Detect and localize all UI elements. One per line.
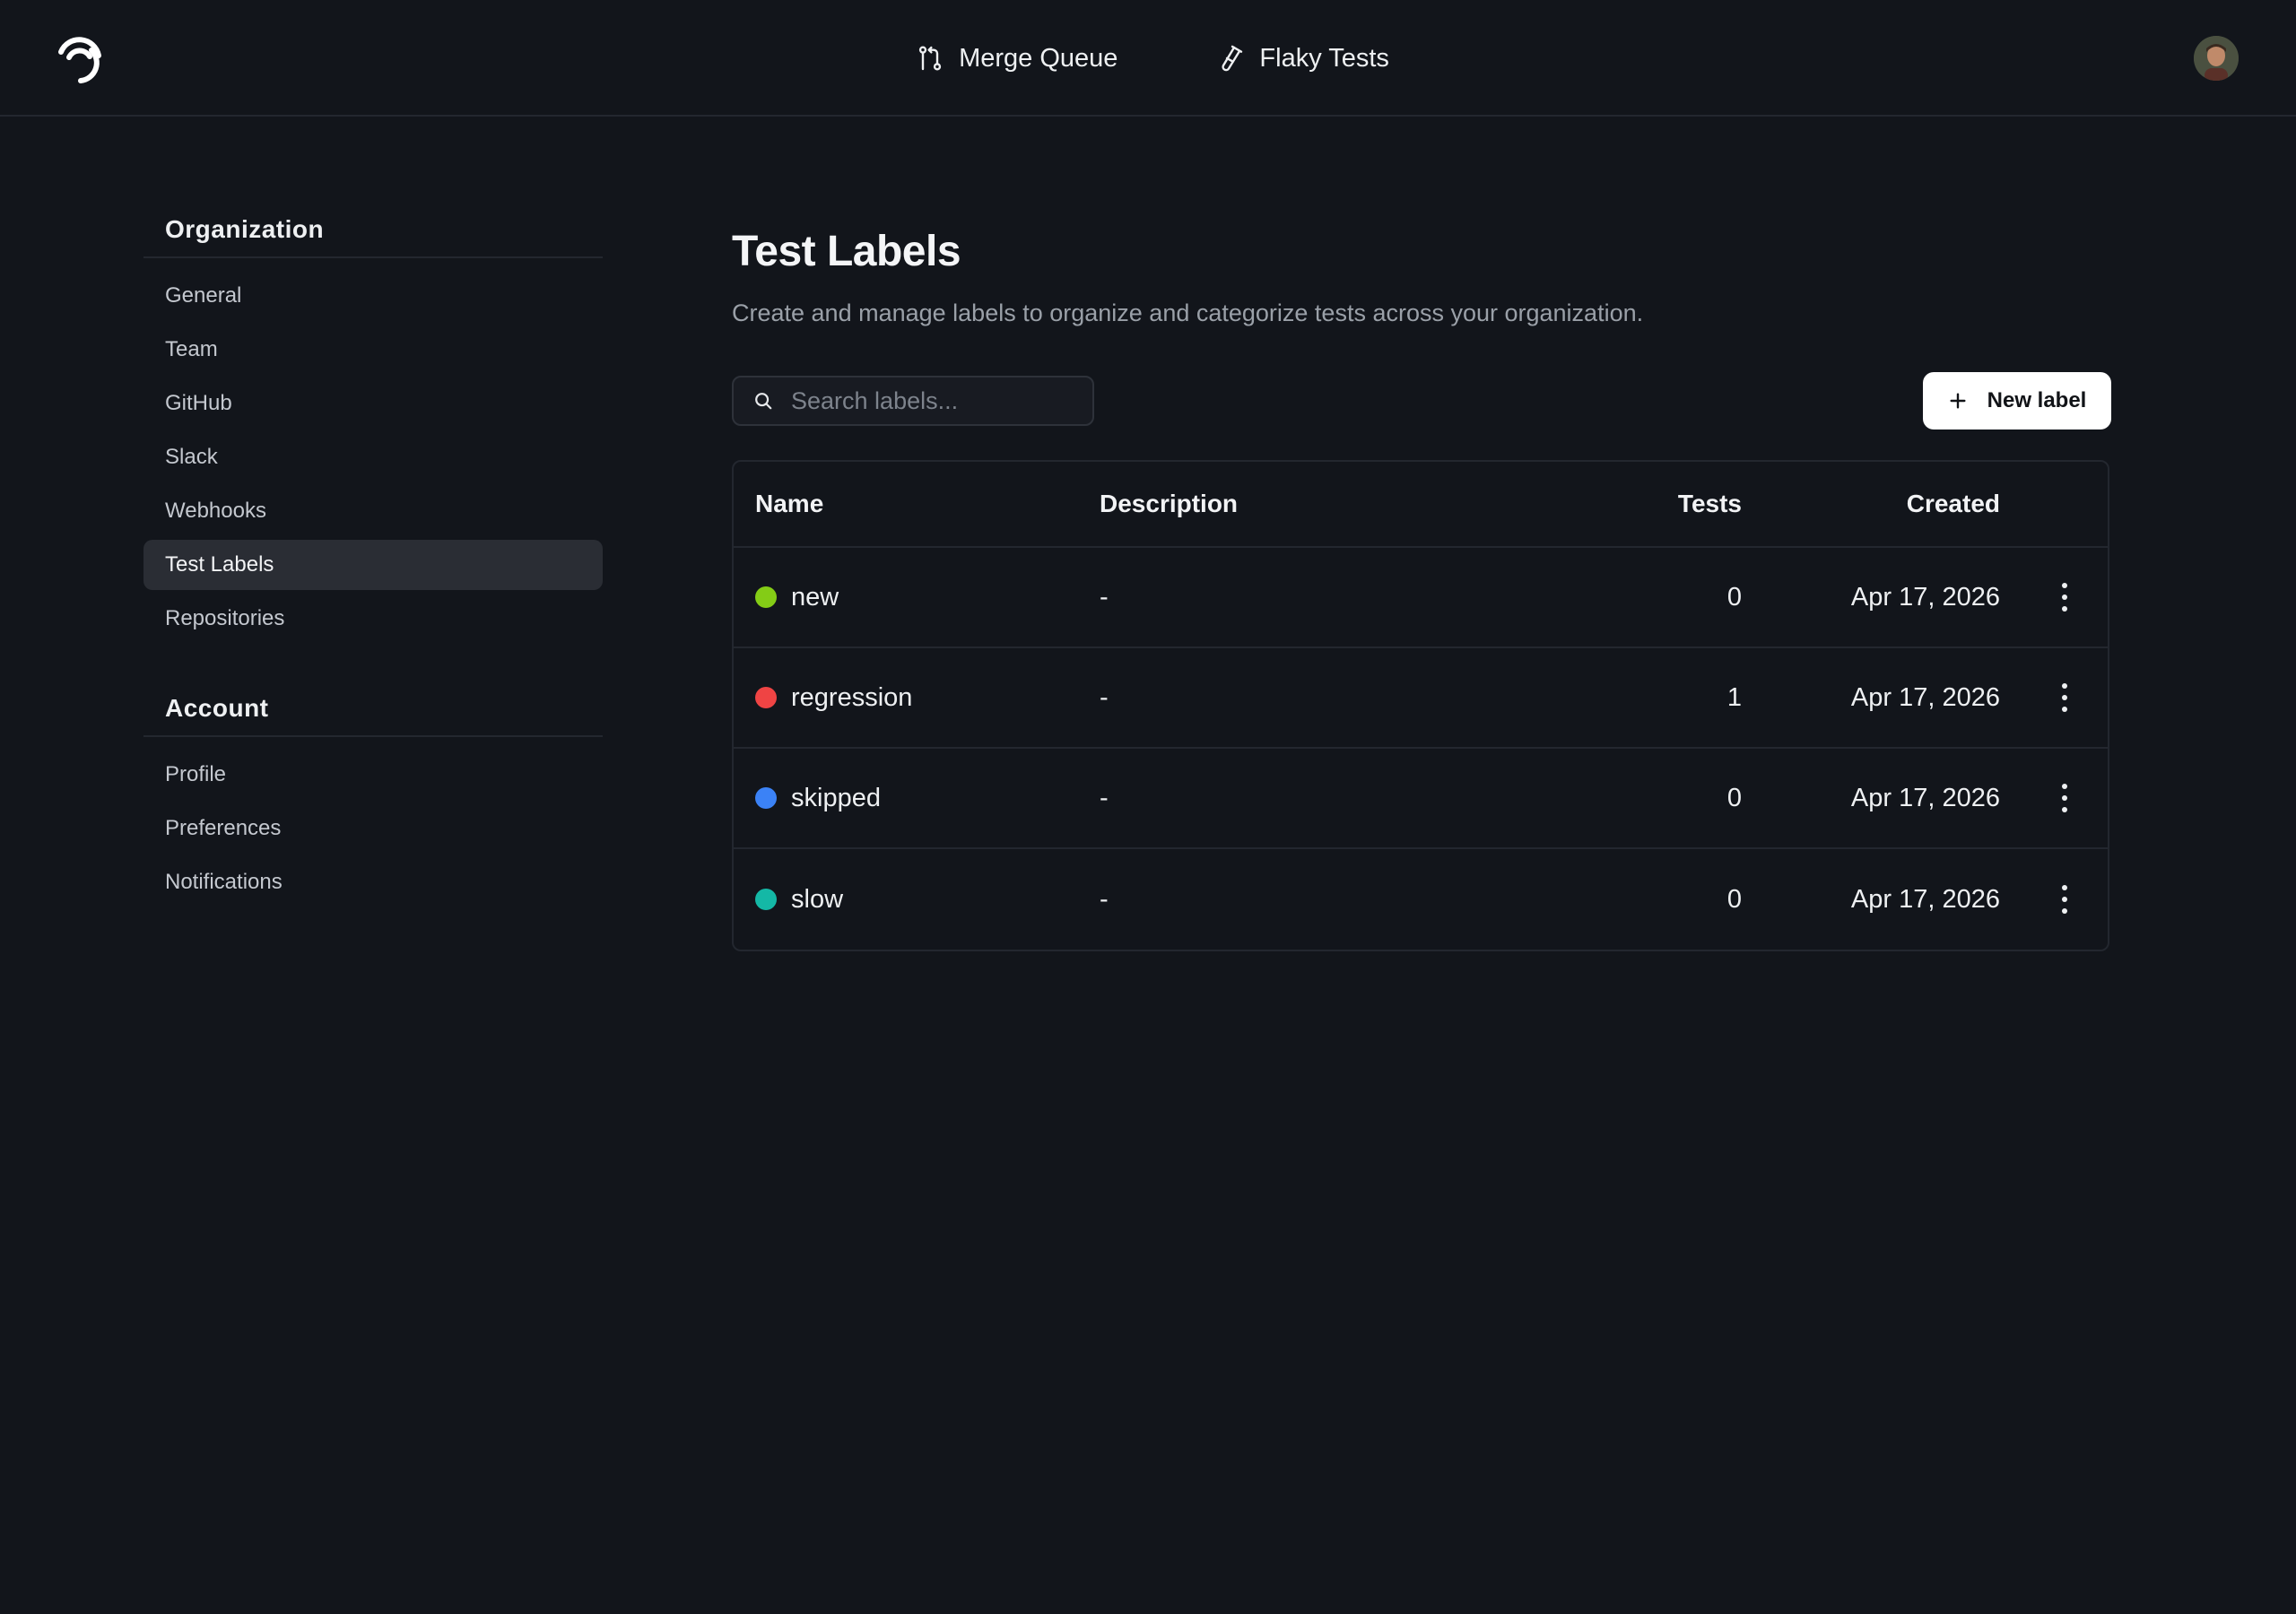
sidebar-section-organization: Organization General Team GitHub Slack W… [144, 215, 603, 644]
labels-table: Name Description Tests Created new - 0 A… [732, 460, 2109, 951]
label-created-date: Apr 17, 2026 [1850, 884, 2000, 914]
label-tests-count: 0 [1726, 884, 1742, 914]
new-label-button[interactable]: New label [1923, 372, 2111, 430]
user-avatar[interactable] [2194, 36, 2239, 81]
user-avatar-icon [2194, 36, 2239, 81]
table-row[interactable]: new - 0 Apr 17, 2026 [734, 548, 2108, 648]
label-created-date: Apr 17, 2026 [1850, 582, 2000, 612]
sidebar-item-webhooks[interactable]: Webhooks [144, 486, 603, 536]
table-row[interactable]: slow - 0 Apr 17, 2026 [734, 849, 2108, 950]
settings-sidebar: Organization General Team GitHub Slack W… [144, 215, 603, 911]
labels-toolbar: New label [732, 372, 2111, 433]
new-label-button-label: New label [1987, 388, 2087, 412]
table-header: Name Description Tests Created [734, 462, 2108, 548]
table-row[interactable]: skipped - 0 Apr 17, 2026 [734, 749, 2108, 849]
page-title: Test Labels [732, 228, 961, 275]
label-color-dot [755, 787, 777, 809]
sidebar-section-account: Account Profile Preferences Notification… [144, 694, 603, 907]
row-actions-button[interactable] [2054, 881, 2075, 917]
nav-flaky-tests[interactable]: Flaky Tests [1216, 44, 1389, 74]
sidebar-item-team[interactable]: Team [144, 325, 603, 375]
label-tests-count: 0 [1726, 783, 1742, 812]
label-color-dot [755, 586, 777, 608]
label-description: - [1100, 884, 1109, 914]
top-bar: Merge Queue Flaky Tests [0, 0, 2296, 117]
label-name[interactable]: regression [791, 683, 912, 713]
search-input[interactable] [791, 386, 1078, 415]
label-name[interactable]: new [791, 583, 839, 612]
plus-icon [1950, 393, 1966, 409]
label-description: - [1100, 783, 1109, 812]
column-header-created[interactable]: Created [1907, 490, 2000, 518]
row-actions-button[interactable] [2054, 680, 2075, 716]
sidebar-item-slack[interactable]: Slack [144, 432, 603, 482]
search-box[interactable] [732, 376, 1094, 426]
sidebar-item-general[interactable]: General [144, 271, 603, 321]
column-header-tests[interactable]: Tests [1678, 490, 1742, 518]
more-vertical-icon [2062, 683, 2067, 712]
row-actions-button[interactable] [2054, 579, 2075, 615]
sidebar-item-notifications[interactable]: Notifications [144, 857, 603, 907]
sidebar-item-repositories[interactable]: Repositories [144, 594, 603, 644]
row-actions-button[interactable] [2054, 780, 2075, 816]
table-row[interactable]: regression - 1 Apr 17, 2026 [734, 648, 2108, 749]
nav-merge-queue-label: Merge Queue [959, 43, 1118, 73]
git-pull-request-icon [918, 46, 942, 71]
sidebar-section-title: Account [144, 694, 603, 737]
label-color-dot [755, 687, 777, 708]
label-name[interactable]: skipped [791, 784, 881, 813]
sidebar-item-test-labels[interactable]: Test Labels [144, 540, 603, 590]
label-name[interactable]: slow [791, 885, 843, 915]
more-vertical-icon [2062, 885, 2067, 914]
label-description: - [1100, 682, 1109, 712]
search-icon [755, 393, 772, 410]
label-created-date: Apr 17, 2026 [1850, 682, 2000, 712]
label-tests-count: 0 [1726, 582, 1742, 612]
nav-flaky-tests-label: Flaky Tests [1259, 43, 1389, 73]
label-tests-count: 1 [1726, 682, 1742, 712]
sidebar-item-preferences[interactable]: Preferences [144, 803, 603, 854]
label-description: - [1100, 582, 1109, 612]
label-created-date: Apr 17, 2026 [1850, 783, 2000, 812]
page-subtitle: Create and manage labels to organize and… [732, 299, 1644, 326]
label-color-dot [755, 889, 777, 910]
sidebar-item-profile[interactable]: Profile [144, 750, 603, 800]
sidebar-item-github[interactable]: GitHub [144, 378, 603, 429]
top-navigation: Merge Queue Flaky Tests [0, 0, 2296, 117]
column-header-description[interactable]: Description [1100, 490, 1238, 518]
more-vertical-icon [2062, 583, 2067, 612]
more-vertical-icon [2062, 784, 2067, 812]
sidebar-section-title: Organization [144, 215, 603, 258]
column-header-name[interactable]: Name [755, 490, 823, 518]
nav-merge-queue[interactable]: Merge Queue [916, 44, 1118, 74]
test-tube-icon [1222, 45, 1243, 72]
main-content: Test Labels Create and manage labels to … [732, 215, 2111, 951]
